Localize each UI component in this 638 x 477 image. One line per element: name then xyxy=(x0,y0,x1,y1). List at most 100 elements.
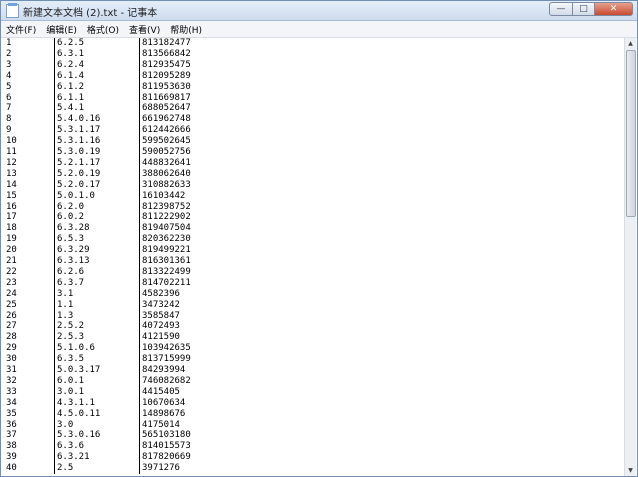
version-field: 3.0.1 xyxy=(54,386,84,398)
text-line: 15 5.0.1.0 16103442 xyxy=(1,190,626,202)
value-field: 813566842 xyxy=(139,48,191,60)
line-number-field: 27 xyxy=(6,321,17,332)
window-title: 新建文本文档 (2).txt - 记事本 xyxy=(23,8,158,19)
version-field: 6.1.4 xyxy=(54,70,84,82)
value-field: 816301361 xyxy=(139,256,191,267)
maximize-button[interactable]: □ xyxy=(573,2,595,16)
text-line: 35 4.5.0.11 14898676 xyxy=(1,408,626,420)
text-line: 32 6.0.1 746082682 xyxy=(1,375,626,387)
scroll-thumb[interactable] xyxy=(626,50,636,217)
text-line: 28 2.5.3 4121590 xyxy=(1,332,626,344)
value-field: 661962748 xyxy=(139,114,191,126)
text-line: 8 5.4.0.16 661962748 xyxy=(1,114,626,126)
text-line: 7 5.4.1 688052647 xyxy=(1,103,626,115)
value-field: 3585847 xyxy=(139,310,180,322)
text-line: 39 6.3.21 817820669 xyxy=(1,452,626,464)
line-number-field: 4 xyxy=(6,70,12,81)
text-editor[interactable]: 1 6.2.5 813182477 2 6.3.1 813566842 3 6.2.4 8129… xyxy=(1,38,626,476)
version-field: 6.3.7 xyxy=(54,277,84,289)
version-field: 4.3.1.1 xyxy=(54,397,95,409)
line-number-field: 13 xyxy=(6,168,17,179)
version-field: 5.4.1 xyxy=(54,103,84,115)
line-number-field: 25 xyxy=(6,299,17,310)
line-number-field: 18 xyxy=(6,223,17,234)
line-number-field: 11 xyxy=(6,147,17,157)
line-number-field: 1 xyxy=(6,38,12,48)
version-field: 4.5.0.11 xyxy=(54,408,100,420)
text-line: 3 6.2.4 812935475 xyxy=(1,59,626,71)
version-field: 6.3.29 xyxy=(54,245,90,257)
value-field: 820362230 xyxy=(139,234,191,246)
value-field: 812398752 xyxy=(139,201,191,213)
line-number-field: 16 xyxy=(6,201,17,212)
line-number-field: 40 xyxy=(6,463,17,474)
close-button[interactable]: ✕ xyxy=(595,2,633,16)
version-field: 1.1 xyxy=(54,299,73,311)
version-field: 6.0.2 xyxy=(54,212,84,224)
value-field: 84293994 xyxy=(139,365,185,376)
text-line: 16 6.2.0 812398752 xyxy=(1,201,626,213)
line-number-field: 21 xyxy=(6,256,17,266)
value-field: 819407504 xyxy=(139,223,191,235)
value-field: 4582396 xyxy=(139,288,180,300)
text-line: 19 6.5.3 820362230 xyxy=(1,234,626,246)
line-number-field: 34 xyxy=(6,397,17,408)
text-line: 1 6.2.5 813182477 xyxy=(1,38,626,49)
text-line: 18 6.3.28 819407504 xyxy=(1,223,626,235)
value-field: 811222902 xyxy=(139,212,191,224)
minimize-button[interactable]: — xyxy=(549,2,573,16)
version-field: 2.5.3 xyxy=(54,332,84,344)
line-number-field: 23 xyxy=(6,277,17,288)
line-number-field: 28 xyxy=(6,332,17,343)
text-line: 14 5.2.0.17 310882633 xyxy=(1,179,626,191)
menu-file[interactable]: 文件(F) xyxy=(1,21,41,37)
version-field: 6.1.1 xyxy=(54,92,84,104)
line-number-field: 39 xyxy=(6,452,17,463)
version-field: 5.2.0.19 xyxy=(54,168,100,180)
line-number-field: 3 xyxy=(6,59,12,70)
menu-bar: 文件(F) 编辑(E) 格式(O) 查看(V) 帮助(H) xyxy=(1,21,637,38)
value-field: 4175014 xyxy=(139,419,180,431)
title-bar[interactable]: 新建文本文档 (2).txt - 记事本 — □ ✕ xyxy=(1,1,637,21)
menu-format[interactable]: 格式(O) xyxy=(82,21,124,37)
value-field: 813182477 xyxy=(139,38,191,49)
scroll-down-icon[interactable]: ▼ xyxy=(625,465,636,476)
notepad-window: 新建文本文档 (2).txt - 记事本 — □ ✕ 文件(F) 编辑(E) 格… xyxy=(0,0,638,477)
value-field: 14898676 xyxy=(139,408,185,420)
scroll-up-icon[interactable]: ▲ xyxy=(625,38,636,49)
version-field: 5.2.1.17 xyxy=(54,157,100,169)
value-field: 813715999 xyxy=(139,354,191,366)
text-line: 37 5.3.0.16 565103180 xyxy=(1,430,626,442)
menu-view[interactable]: 查看(V) xyxy=(124,21,165,37)
vertical-scrollbar[interactable]: ▲ ▼ xyxy=(624,38,636,476)
menu-edit[interactable]: 编辑(E) xyxy=(41,21,82,37)
line-number-field: 10 xyxy=(6,136,17,147)
menu-help[interactable]: 帮助(H) xyxy=(165,21,207,37)
version-field: 6.2.4 xyxy=(54,59,84,71)
text-line: 5 6.1.2 811953630 xyxy=(1,81,626,93)
text-line: 9 5.3.1.17 612442666 xyxy=(1,125,626,137)
line-number-field: 6 xyxy=(6,92,12,103)
text-line: 31 5.0.3.17 84293994 xyxy=(1,365,626,376)
value-field: 811669817 xyxy=(139,92,191,104)
value-field: 612442666 xyxy=(139,125,191,137)
line-number-field: 7 xyxy=(6,103,12,114)
version-field: 5.3.1.17 xyxy=(54,125,100,137)
text-line: 23 6.3.7 814702211 xyxy=(1,277,626,289)
value-field: 819499221 xyxy=(139,245,191,257)
version-field: 6.0.1 xyxy=(54,375,84,387)
value-field: 817820669 xyxy=(139,452,191,464)
version-field: 2.5 xyxy=(54,463,73,475)
version-field: 5.2.0.17 xyxy=(54,179,100,191)
version-field: 6.2.6 xyxy=(54,266,84,278)
notepad-icon xyxy=(6,3,19,18)
line-number-field: 19 xyxy=(6,234,17,245)
text-line: 2 6.3.1 813566842 xyxy=(1,48,626,60)
value-field: 3473242 xyxy=(139,299,180,311)
line-number-field: 32 xyxy=(6,375,17,386)
text-line: 21 6.3.13 816301361 xyxy=(1,256,626,267)
line-number-field: 8 xyxy=(6,114,12,125)
version-field: 5.0.3.17 xyxy=(54,365,100,376)
version-field: 6.3.21 xyxy=(54,452,90,464)
line-number-field: 38 xyxy=(6,441,17,452)
